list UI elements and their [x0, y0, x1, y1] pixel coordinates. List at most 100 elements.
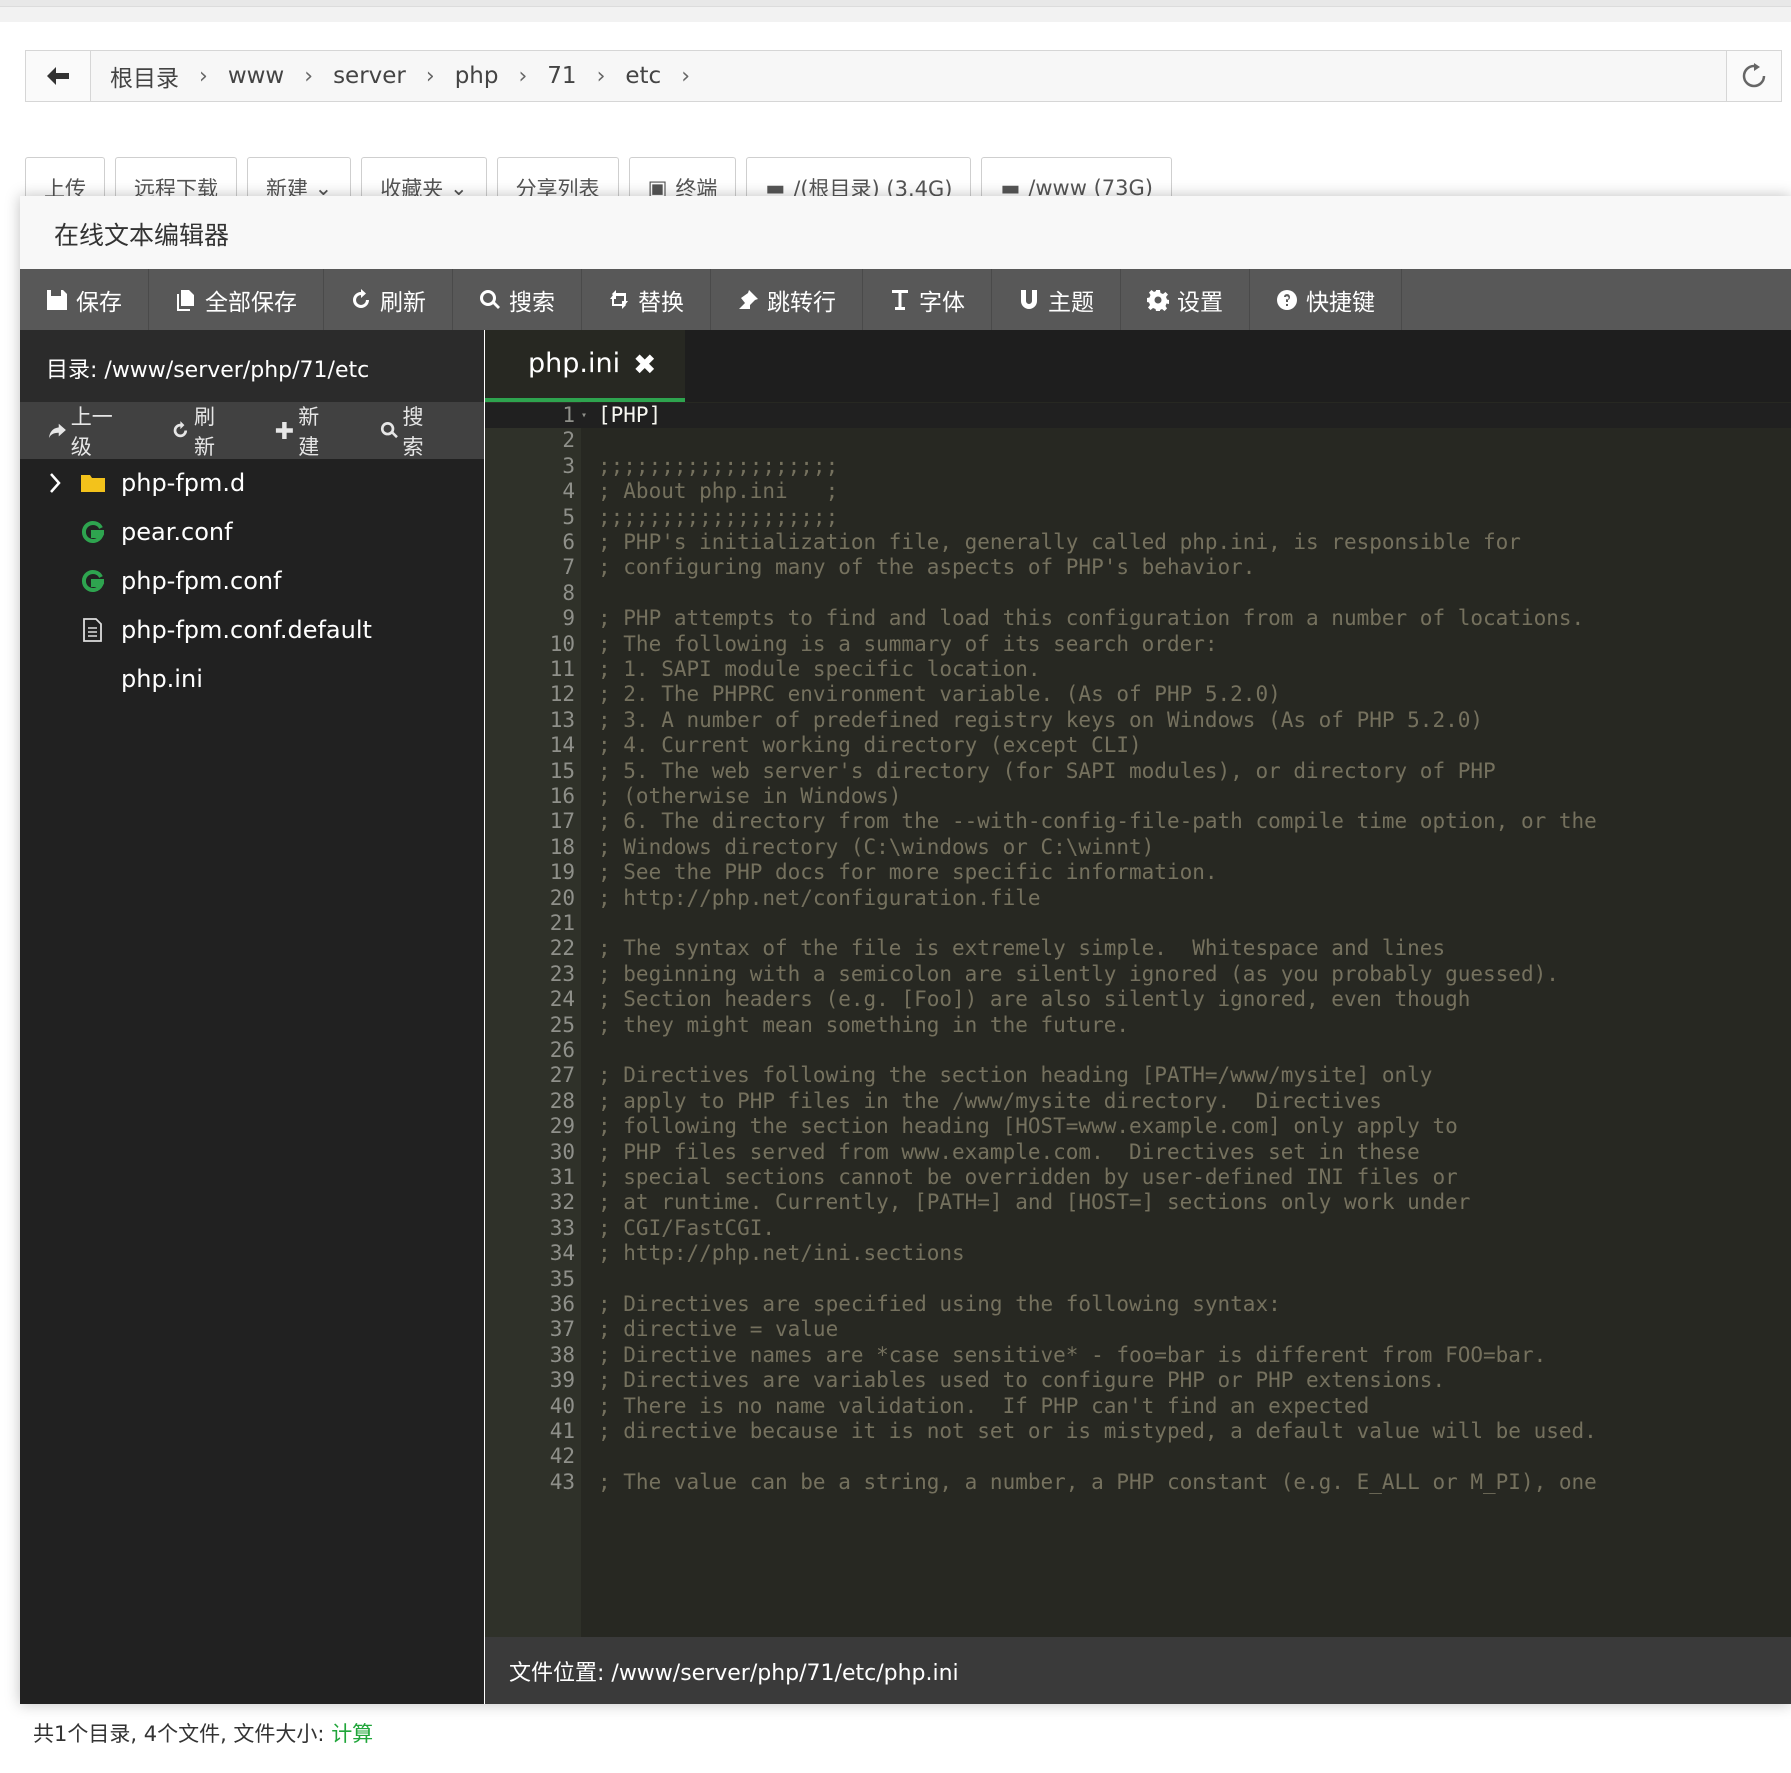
- arrow-left-icon: [47, 67, 69, 85]
- code-line: 42: [485, 1444, 1791, 1469]
- code-text: ; (otherwise in Windows): [598, 784, 902, 808]
- line-number: 29: [549, 1114, 575, 1139]
- save-button[interactable]: 保存: [20, 269, 149, 330]
- favorites-dropdown-button[interactable]: 收藏夹 ⌄: [361, 157, 487, 197]
- chevron-right-icon: ›: [425, 63, 435, 89]
- code-area[interactable]: 1 ▾ [PHP] 2 3;;;;;;;;;;;;;;;;;;; 4; About php…: [485, 402, 1791, 1637]
- floppy-disk-icon: [46, 289, 68, 311]
- breadcrumb-item[interactable]: php: [447, 63, 507, 89]
- tree-item-folder[interactable]: php-fpm.d: [20, 459, 484, 508]
- code-text: ; About php.ini ;: [598, 479, 839, 504]
- breadcrumb-item[interactable]: www: [220, 63, 292, 89]
- code-line: 15 ; 5. The web server's directory (for S…: [485, 759, 1791, 784]
- save-all-button[interactable]: 全部保存: [149, 269, 324, 330]
- line-number: 6: [562, 530, 575, 554]
- line-number: 33: [549, 1215, 575, 1240]
- tree-item-file-active[interactable]: php.ini: [20, 655, 484, 704]
- files-icon: [175, 289, 197, 311]
- text-file-icon: [83, 618, 102, 642]
- code-text: ;;;;;;;;;;;;;;;;;;;: [598, 453, 839, 478]
- code-text: ; PHP attempts to find and load this con…: [598, 606, 1585, 631]
- tab-php-ini[interactable]: php.ini ✖: [485, 330, 685, 402]
- breadcrumb-item[interactable]: server: [325, 63, 414, 89]
- code-text: ; PHP files served from www.example.com.…: [598, 1139, 1420, 1164]
- search-button[interactable]: 搜索: [453, 269, 582, 330]
- code-line: 10 ; The following is a summary of its se…: [485, 632, 1791, 657]
- code-text: ; at runtime. Currently, [PATH=] and [HO…: [598, 1190, 1471, 1215]
- disk-www-button[interactable]: ▬/www (73G): [981, 157, 1172, 197]
- fold-arrow-icon[interactable]: ▾: [581, 403, 595, 428]
- sidebar-new-button[interactable]: 新建: [275, 401, 335, 461]
- line-number: 24: [549, 987, 575, 1012]
- line-number: 39: [549, 1368, 575, 1393]
- font-button[interactable]: 字体: [863, 269, 992, 330]
- line-number: 27: [549, 1063, 575, 1088]
- code-line: 14 ; 4. Current working directory (except…: [485, 733, 1791, 758]
- replace-button[interactable]: 替换: [582, 269, 711, 330]
- file-sidebar: 目录: /www/server/php/71/etc 上一级 刷新 新建 搜索: [20, 330, 484, 1704]
- line-number: 19: [549, 860, 575, 885]
- remote-download-button[interactable]: 远程下载: [115, 157, 237, 197]
- code-text: ; The following is a summary of its sear…: [598, 631, 1218, 656]
- code-line: 40 ; There is no name validation. If PHP …: [485, 1394, 1791, 1419]
- tree-item-file[interactable]: pear.conf: [20, 508, 484, 557]
- sidebar-refresh-button[interactable]: 刷新: [171, 401, 231, 461]
- code-line: 1 ▾ [PHP]: [485, 403, 1791, 429]
- line-number: 20: [549, 885, 575, 910]
- chevron-right-icon: ›: [681, 63, 691, 89]
- code-line: 23 ; beginning with a semicolon are silen…: [485, 962, 1791, 987]
- breadcrumb-item[interactable]: etc: [617, 63, 669, 89]
- code-line: 2: [485, 428, 1791, 453]
- code-line: 35: [485, 1267, 1791, 1292]
- line-number: 14: [549, 733, 575, 758]
- share-list-button[interactable]: 分享列表: [496, 157, 619, 197]
- theme-button[interactable]: 主题: [992, 269, 1121, 330]
- settings-button[interactable]: 设置: [1121, 269, 1250, 330]
- current-directory: 目录: /www/server/php/71/etc: [20, 330, 484, 402]
- code-text: ; PHP's initialization file, generally c…: [598, 530, 1521, 554]
- code-line: 29 ; following the section heading [HOST=…: [485, 1114, 1791, 1139]
- code-line: 34 ; http://php.net/ini.sections: [485, 1241, 1791, 1266]
- file-location: 文件位置: /www/server/php/71/etc/php.ini: [509, 1661, 959, 1686]
- code-line: 20 ; http://php.net/configuration.file: [485, 886, 1791, 911]
- line-number: 8: [562, 580, 575, 605]
- code-line: 4 ; About php.ini ;: [485, 479, 1791, 504]
- sidebar-search-button[interactable]: 搜索: [380, 401, 440, 461]
- file-tree: php-fpm.d pear.conf php-fpm.conf php-fpm…: [20, 459, 484, 704]
- disk-root-button[interactable]: ▬/(根目录) (3.4G): [746, 157, 972, 198]
- modal-title-bar: 在线文本编辑器: [20, 196, 1791, 270]
- search-icon: [479, 289, 501, 311]
- line-number: 42: [549, 1444, 575, 1469]
- back-button[interactable]: [26, 51, 91, 101]
- new-dropdown-button[interactable]: 新建 ⌄: [247, 157, 352, 197]
- breadcrumb-item[interactable]: 71: [539, 63, 584, 89]
- line-number: 17: [549, 809, 575, 834]
- breadcrumb-item[interactable]: 根目录: [102, 59, 187, 93]
- refresh-icon: [350, 288, 372, 311]
- code-text: ; Directives are variables used to confi…: [598, 1368, 1446, 1393]
- line-number: 26: [549, 1038, 575, 1062]
- refresh-file-button[interactable]: 刷新: [324, 269, 453, 330]
- go-up-button[interactable]: 上一级: [48, 401, 127, 461]
- refresh-icon: [173, 421, 188, 438]
- code-line: 24 ; Section headers (e.g. [Foo]) are als…: [485, 987, 1791, 1012]
- code-line: 31 ; special sections cannot be overridde…: [485, 1165, 1791, 1190]
- disk-icon: ▬: [765, 175, 786, 198]
- code-text: ; directive = value: [598, 1317, 839, 1342]
- code-line: 17 ; 6. The directory from the --with-con…: [485, 809, 1791, 834]
- line-number: 34: [549, 1241, 575, 1266]
- refresh-button[interactable]: [1726, 51, 1781, 101]
- tree-item-file[interactable]: php-fpm.conf.default: [20, 606, 484, 655]
- calculate-size-link[interactable]: 计算: [331, 1722, 373, 1746]
- code-line: 18 ; Windows directory (C:\windows or C:\…: [485, 835, 1791, 860]
- code-line: 36 ; Directives are specified using the f…: [485, 1292, 1791, 1317]
- close-icon[interactable]: ✖: [633, 348, 656, 381]
- terminal-button[interactable]: ▣ 终端: [628, 157, 737, 197]
- goto-line-button[interactable]: 跳转行: [711, 269, 863, 330]
- shortcuts-button[interactable]: 快捷键: [1250, 269, 1402, 330]
- tree-item-file[interactable]: php-fpm.conf: [20, 557, 484, 606]
- breadcrumb: 根目录 › www › server › php › 71 › etc ›: [102, 51, 702, 101]
- upload-button[interactable]: 上传: [25, 157, 105, 197]
- code-text: ; apply to PHP files in the /www/mysite …: [598, 1088, 1382, 1113]
- line-number: 38: [549, 1342, 575, 1367]
